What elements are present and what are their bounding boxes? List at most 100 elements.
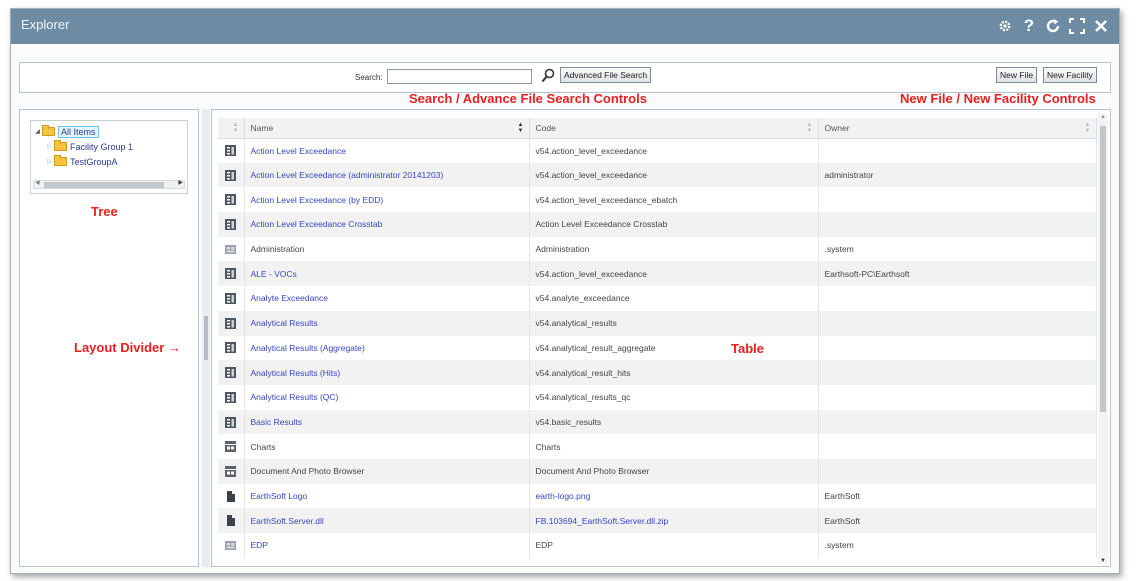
name-link[interactable]: Basic Results: [251, 417, 303, 427]
divider-grip[interactable]: [204, 316, 208, 360]
column-header-icon[interactable]: ▲ ▼: [218, 118, 245, 139]
expanded-arrow-icon[interactable]: ◢: [33, 128, 42, 135]
name-link[interactable]: EarthSoft Logo: [251, 491, 308, 501]
name-cell[interactable]: Analytical Results (Hits): [244, 360, 530, 385]
name-link[interactable]: Analytical Results (Aggregate): [251, 343, 365, 353]
code-cell[interactable]: FB.103694_EarthSoft.Server.dll.zip: [529, 508, 819, 533]
name-link[interactable]: EDP: [251, 540, 268, 550]
search-icon[interactable]: [541, 68, 555, 84]
table-row[interactable]: EDP EDP .system: [218, 533, 1097, 558]
table-row[interactable]: Document And Photo Browser Document And P…: [218, 458, 1097, 484]
refresh-icon[interactable]: [1043, 16, 1063, 36]
table-row[interactable]: EarthSoft Logo earth-logo.png EarthSoft: [218, 483, 1097, 509]
row-type-cell: [218, 138, 245, 163]
name-link[interactable]: Action Level Exceedance Crosstab: [251, 219, 383, 229]
close-icon[interactable]: [1091, 16, 1111, 36]
scroll-left-icon[interactable]: ◀: [35, 179, 40, 186]
table-row[interactable]: Analytical Results (Hits) v54.analytical_…: [218, 360, 1097, 385]
table-row[interactable]: Charts Charts: [218, 434, 1097, 459]
gear-icon[interactable]: [995, 16, 1015, 36]
sort-ascending-icon[interactable]: ▲ ▼: [518, 122, 524, 134]
new-file-button[interactable]: New File: [996, 67, 1038, 83]
tree-item-all-items[interactable]: ◢ All Items: [33, 125, 99, 138]
scrollbar-thumb[interactable]: [44, 182, 164, 188]
help-icon[interactable]: ?: [1019, 16, 1039, 36]
scroll-down-icon[interactable]: ▼: [1100, 558, 1106, 564]
table-row[interactable]: Administration Administration .system: [218, 236, 1097, 262]
name-link[interactable]: Analyte Exceedance: [251, 293, 329, 303]
sort-icon[interactable]: ▲ ▼: [807, 122, 813, 134]
code-link[interactable]: earth-logo.png: [536, 491, 591, 501]
name-cell[interactable]: Analytical Results (QC): [244, 384, 530, 410]
name-cell[interactable]: Analytical Results: [244, 310, 530, 336]
owner-cell: [818, 458, 1097, 484]
scroll-right-icon[interactable]: ▶: [178, 179, 183, 186]
name-link[interactable]: Analytical Results (Hits): [251, 368, 341, 378]
code-text: v54.analyte_exceedance: [535, 293, 630, 304]
tree-item-label[interactable]: TestGroupA: [70, 157, 118, 167]
owner-cell: [818, 187, 1097, 213]
name-link[interactable]: Action Level Exceedance (administrator 2…: [251, 170, 444, 180]
scrollbar-thumb[interactable]: [1100, 126, 1106, 412]
table-row[interactable]: Action Level Exceedance Crosstab Action L…: [218, 212, 1097, 237]
sort-icon[interactable]: ▲ ▼: [233, 122, 239, 134]
name-cell[interactable]: Action Level Exceedance (administrator 2…: [244, 162, 530, 188]
table-header-row: ▲ ▼ Name ▲ ▼ Code ▲ ▼ Owner ▲ ▼: [218, 118, 1097, 139]
name-cell[interactable]: EDP: [244, 533, 530, 558]
name-cell[interactable]: Action Level Exceedance: [244, 138, 530, 163]
table-row[interactable]: Analytical Results v54.analytical_results: [218, 310, 1097, 336]
name-link[interactable]: EarthSoft.Server.dll: [251, 516, 324, 526]
tree-item-testgroupa[interactable]: ▷ TestGroupA: [45, 155, 118, 168]
column-header-code[interactable]: Code ▲ ▼: [529, 118, 819, 139]
advanced-file-search-button[interactable]: Advanced File Search: [560, 67, 652, 83]
table-row[interactable]: Action Level Exceedance (administrator 2…: [218, 162, 1097, 188]
name-link[interactable]: Analytical Results: [251, 318, 318, 328]
name-link[interactable]: ALE - VOCs: [251, 269, 297, 279]
report-icon: [225, 391, 237, 403]
table-vertical-scrollbar[interactable]: ▲ ▼: [1098, 114, 1108, 564]
tree-item-label[interactable]: Facility Group 1: [70, 142, 133, 152]
file-icon: [225, 490, 236, 502]
name-link[interactable]: Action Level Exceedance: [251, 146, 346, 156]
column-header-name[interactable]: Name ▲ ▼: [244, 118, 530, 139]
name-cell[interactable]: Action Level Exceedance Crosstab: [244, 212, 530, 237]
table-row[interactable]: EarthSoft.Server.dll FB.103694_EarthSoft.…: [218, 508, 1097, 533]
fullscreen-icon[interactable]: [1067, 16, 1087, 36]
table-row[interactable]: Action Level Exceedance v54.action_level_…: [218, 138, 1097, 163]
search-input[interactable]: [387, 69, 532, 84]
owner-text: .system: [824, 244, 854, 255]
sort-icon[interactable]: ▲ ▼: [1085, 122, 1091, 134]
code-cell[interactable]: earth-logo.png: [529, 483, 819, 509]
row-type-cell: [218, 261, 245, 287]
name-link[interactable]: Action Level Exceedance (by EDD): [251, 195, 384, 205]
scroll-up-icon[interactable]: ▲: [1100, 114, 1106, 120]
owner-cell: [818, 384, 1097, 410]
tree-horizontal-scrollbar[interactable]: ◀ ▶: [33, 180, 185, 189]
name-cell[interactable]: Basic Results: [244, 409, 530, 435]
collapsed-arrow-icon[interactable]: ▷: [45, 143, 54, 150]
row-type-cell: [218, 335, 245, 361]
collapsed-arrow-icon[interactable]: ▷: [45, 158, 54, 165]
table-row[interactable]: Analytical Results (QC) v54.analytical_re…: [218, 384, 1097, 410]
table-row[interactable]: ALE - VOCs v54.action_level_exceedance Ear…: [218, 261, 1097, 287]
tree-item-facility-group-1[interactable]: ▷ Facility Group 1: [45, 140, 133, 153]
name-cell[interactable]: Action Level Exceedance (by EDD): [244, 187, 530, 213]
name-cell[interactable]: EarthSoft.Server.dll: [244, 508, 530, 533]
row-type-cell: [218, 409, 245, 435]
table-row[interactable]: Action Level Exceedance (by EDD) v54.acti…: [218, 187, 1097, 213]
layout-divider[interactable]: [202, 109, 210, 567]
new-facility-button[interactable]: New Facility: [1043, 67, 1097, 83]
name-cell[interactable]: Analyte Exceedance: [244, 286, 530, 311]
code-link[interactable]: FB.103694_EarthSoft.Server.dll.zip: [536, 516, 669, 526]
name-link[interactable]: Analytical Results (QC): [251, 392, 339, 402]
table-row[interactable]: Basic Results v54.basic_results: [218, 409, 1097, 435]
table-row[interactable]: Analytical Results (Aggregate) v54.analyt…: [218, 335, 1097, 361]
table-row[interactable]: Analyte Exceedance v54.analyte_exceedance: [218, 286, 1097, 311]
name-cell[interactable]: Analytical Results (Aggregate): [244, 335, 530, 361]
name-cell[interactable]: EarthSoft Logo: [244, 483, 530, 509]
column-header-owner[interactable]: Owner ▲ ▼: [818, 118, 1097, 139]
report-icon: [225, 268, 237, 280]
tree-item-label[interactable]: All Items: [58, 125, 99, 138]
table-pane: ▲ ▼ Name ▲ ▼ Code ▲ ▼ Owner ▲ ▼ Action Level Ex…: [211, 109, 1111, 567]
name-cell[interactable]: ALE - VOCs: [244, 261, 530, 287]
